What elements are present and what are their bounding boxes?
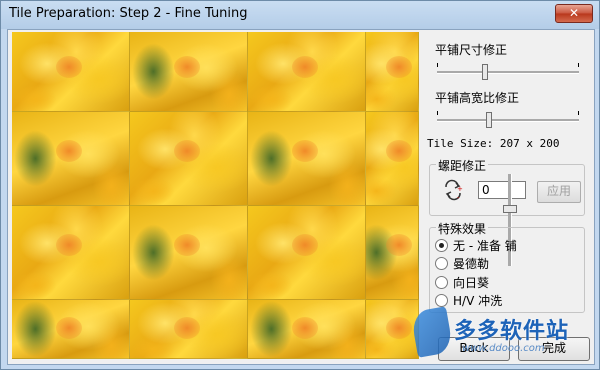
- effect-option-sunflower[interactable]: 向日葵: [435, 274, 489, 290]
- radio-button[interactable]: [435, 257, 448, 270]
- preview-tile: [130, 206, 248, 300]
- slider-track: [437, 71, 579, 74]
- effect-option-label: 曼德勒: [453, 257, 490, 271]
- slider-tick: [578, 111, 579, 115]
- slider-thumb[interactable]: [482, 64, 488, 80]
- size-correction-label: 平铺尺寸修正: [435, 43, 508, 57]
- preview-tile: [248, 112, 366, 206]
- watermark: 多多软件站 www.ddooo.com: [406, 305, 596, 365]
- preview-tile: [248, 206, 366, 300]
- preview-tile: [366, 112, 419, 206]
- preview-tile: [12, 206, 130, 300]
- watermark-text: 多多软件站: [454, 319, 570, 344]
- size-correction-slider[interactable]: [437, 63, 579, 80]
- slider-tick: [437, 63, 438, 67]
- preview-tile: [366, 206, 419, 300]
- svg-text:+: +: [457, 185, 463, 193]
- slider-track: [437, 119, 579, 122]
- preview-tile: [366, 32, 419, 112]
- slider-tick: [437, 111, 438, 115]
- apply-button[interactable]: 应用: [537, 181, 581, 203]
- effect-option-label: 向日葵: [453, 276, 490, 290]
- preview-tile: [130, 300, 248, 359]
- effects-group-title: 特殊效果: [436, 220, 489, 237]
- preview-tile: [12, 32, 130, 112]
- slider-thumb[interactable]: [486, 112, 492, 128]
- tile-size-readout: Tile Size: 207 x 200: [427, 137, 560, 150]
- aspect-correction-slider[interactable]: [437, 111, 579, 128]
- preview-tile: [12, 300, 130, 359]
- aspect-correction-label: 平铺高宽比修正: [435, 91, 520, 105]
- radio-button[interactable]: [435, 276, 448, 289]
- watermark-logo-icon: [410, 306, 454, 358]
- effect-option-mandala[interactable]: 曼德勒: [435, 255, 489, 271]
- window-title: Tile Preparation: Step 2 - Fine Tuning: [9, 6, 248, 21]
- watermark-url: www.ddooo.com: [462, 343, 545, 354]
- close-button[interactable]: ✕: [555, 4, 593, 23]
- dialog-window: Tile Preparation: Step 2 - Fine Tuning ✕…: [0, 0, 600, 370]
- slider-tick: [578, 63, 579, 67]
- title-bar[interactable]: Tile Preparation: Step 2 - Fine Tuning ✕: [1, 1, 599, 28]
- rotate-spin-icon: + -: [442, 179, 464, 205]
- slider-thumb[interactable]: [503, 205, 517, 213]
- preview-tile: [130, 112, 248, 206]
- spacing-group-title: 螺距修正: [436, 157, 489, 174]
- spacing-value-input[interactable]: [478, 181, 526, 199]
- effect-option-none[interactable]: 无 - 准备 铺: [435, 237, 517, 253]
- preview-tile: [130, 32, 248, 112]
- radio-button[interactable]: [435, 239, 448, 252]
- preview-tile: [248, 300, 366, 359]
- tile-preview: [12, 32, 419, 359]
- preview-tile: [12, 112, 130, 206]
- effect-option-label: 无 - 准备 铺: [453, 239, 517, 253]
- preview-tile: [248, 32, 366, 112]
